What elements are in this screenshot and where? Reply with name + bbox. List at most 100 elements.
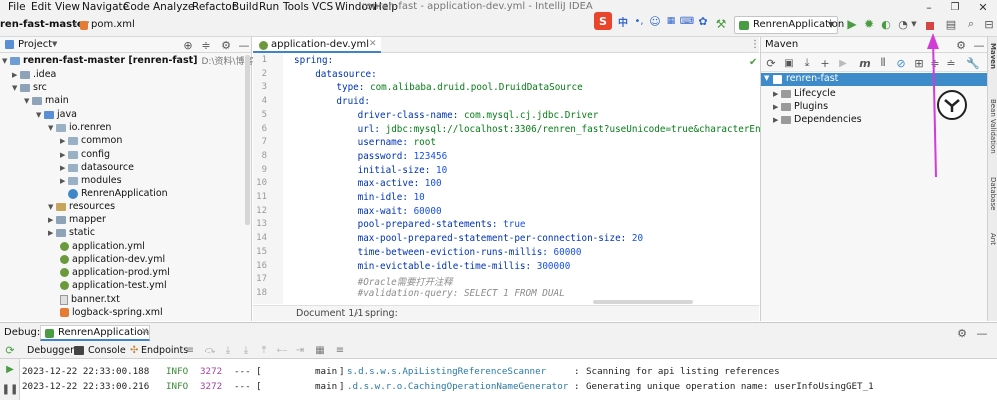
run-config-dropdown[interactable]: RenrenApplication ▼ (734, 16, 844, 34)
ime-settings-icon[interactable]: ✿ (696, 12, 710, 30)
document-indicator[interactable]: Document 1/1 (296, 308, 364, 319)
side-tab-ant[interactable]: Ant (989, 233, 997, 245)
code-line[interactable]: max-active: 100 (358, 178, 442, 189)
menu-item-file[interactable]: File (8, 1, 26, 13)
code-line[interactable]: spring: (294, 55, 333, 66)
code-line[interactable]: url: jdbc:mysql://localhost:3306/renren_… (358, 124, 783, 135)
tree-item-idea[interactable]: ▶ .idea (12, 68, 56, 81)
skip-tests-icon[interactable]: ⊘ (895, 56, 907, 70)
ime-keyboard-icon[interactable]: ⌨ (680, 12, 694, 30)
hide-panel-icon[interactable]: — (238, 38, 250, 52)
code-line[interactable]: pool-prepared-statements: true (358, 219, 526, 230)
add-icon[interactable]: + (819, 56, 831, 70)
close-tab-icon[interactable]: ✕ (369, 39, 377, 49)
code-line[interactable]: druid: (336, 96, 370, 107)
side-tab-maven[interactable]: Maven (989, 43, 997, 69)
code-line[interactable]: max-pool-prepared-statement-per-connecti… (358, 233, 643, 244)
menu-item-run[interactable]: Run (259, 1, 279, 13)
search-everywhere-icon[interactable]: ⌕ (964, 16, 978, 32)
scrollbar[interactable] (245, 55, 250, 225)
restore-icon[interactable]: ❐ (948, 0, 962, 14)
tree-item-src[interactable]: ▼ src (12, 81, 47, 94)
profile-icon[interactable]: ◔ (896, 16, 910, 32)
tree-item-application-prod-yml[interactable]: application-prod.yml (60, 266, 170, 279)
run-icon[interactable]: ▶ (837, 56, 849, 70)
code-line[interactable]: min-evictable-idle-time-millis: 300000 (358, 261, 571, 272)
debug-icon[interactable]: ✹ (862, 16, 876, 32)
side-tab-bean-validation[interactable]: Bean Validation (989, 99, 997, 154)
settings-icon[interactable]: ⊟ (982, 16, 996, 32)
minimize-icon[interactable]: – (922, 0, 936, 14)
maven-goal-icon[interactable]: m (859, 56, 871, 70)
menu-item-tools[interactable]: Tools (283, 1, 309, 13)
pause-icon[interactable]: ❚❚ (2, 383, 19, 396)
run-to-cursor-icon[interactable]: ⇥ (294, 344, 306, 357)
side-tab-database[interactable]: Database (989, 177, 997, 210)
show-execution-point-icon[interactable]: ≡ (184, 344, 196, 357)
code-line[interactable]: password: 123456 (358, 151, 448, 162)
step-out-icon[interactable]: ⤒ (258, 344, 270, 357)
tree-item-mapper[interactable]: ▶ mapper (48, 213, 106, 226)
tree-item-application-dev-yml[interactable]: application-dev.yml (60, 253, 165, 266)
code-line[interactable]: min-idle: 10 (358, 192, 425, 203)
tree-item-java[interactable]: ▼ java (36, 108, 77, 121)
run-icon[interactable]: ▶ (845, 16, 859, 32)
code-line[interactable]: max-wait: 60000 (358, 206, 442, 217)
tab-console[interactable]: Console (72, 343, 126, 358)
maven-project-row[interactable]: ▼ renren-fast (761, 73, 988, 86)
coverage-icon[interactable]: ◐ (879, 16, 893, 32)
horizontal-scrollbar[interactable] (593, 300, 693, 304)
toggle-offline-icon[interactable]: ⫴ (877, 56, 889, 70)
download-icon[interactable]: ⤓ (801, 56, 813, 70)
wrench-icon[interactable]: 🔧 (966, 56, 980, 70)
tree-item-common[interactable]: ▶ common (60, 134, 122, 147)
tree-item-application-test-yml[interactable]: application-test.yml (60, 279, 167, 292)
sogou-ime-icon[interactable]: S (594, 12, 612, 30)
collapse-all-icon[interactable]: ≑ (200, 38, 212, 52)
breadcrumb-file[interactable]: pom.xml (91, 19, 135, 30)
menu-item-build[interactable]: Build (232, 1, 258, 13)
locate-icon[interactable]: ⊕ (182, 38, 194, 52)
tree-item-main[interactable]: ▼ main (24, 94, 69, 107)
menu-item-refactor[interactable]: Refactor (192, 1, 236, 13)
generate-sources-icon[interactable]: ▣ (783, 56, 795, 70)
tree-item-application-yml[interactable]: application.yml (60, 240, 145, 253)
tab-application-dev-yml[interactable]: application-dev.yml ✕ (253, 37, 381, 53)
build-hammer-icon[interactable]: ⚒ (714, 16, 728, 32)
maven-item-plugins[interactable]: ▶ Plugins (773, 100, 828, 113)
menu-item-view[interactable]: View (55, 1, 80, 13)
tree-item-io-renren[interactable]: ▼ io.renren (48, 121, 111, 134)
tree-item-static[interactable]: ▶ static (48, 226, 95, 239)
drop-frame-icon[interactable]: ⤌ (276, 344, 288, 357)
code-line[interactable]: initial-size: 10 (358, 165, 448, 176)
tree-item-config[interactable]: ▶ config (60, 148, 110, 161)
tab-endpoints[interactable]: ✣ Endpoints (128, 343, 188, 358)
ime-punct-icon[interactable]: •, (632, 12, 646, 30)
tab-debugger[interactable]: Debugger (22, 343, 74, 358)
force-step-into-icon[interactable]: ⤓ (240, 344, 252, 357)
ime-emoji-icon[interactable]: ☺ (648, 12, 662, 30)
chevron-down-icon[interactable]: ▼ (52, 40, 57, 48)
menu-item-analyze[interactable]: Analyze (153, 1, 194, 13)
gear-icon[interactable]: ⚙ (955, 38, 967, 52)
ime-chinese-icon[interactable]: 中 (616, 12, 630, 30)
close-tab-icon[interactable]: ✕ (141, 327, 149, 337)
menu-item-vcs[interactable]: VCS (312, 1, 333, 13)
menu-item-edit[interactable]: Edit (31, 1, 51, 13)
rerun-icon[interactable]: ⟳ (4, 344, 16, 357)
maven-item-dependencies[interactable]: ▶ Dependencies (773, 113, 862, 126)
reload-icon[interactable]: ⟳ (765, 56, 777, 70)
step-over-icon[interactable]: ⤼ (204, 344, 216, 357)
debug-session-tab[interactable]: RenrenApplication ✕ (40, 325, 150, 341)
maven-item-lifecycle[interactable]: ▶ Lifecycle (773, 87, 836, 100)
code-line[interactable]: type: com.alibaba.druid.pool.DruidDataSo… (336, 82, 582, 93)
code-line[interactable]: #Oracle需要打开注释 (358, 274, 453, 288)
code-line[interactable]: username: root (358, 137, 436, 148)
tree-item-datasource[interactable]: ▶ datasource (60, 161, 134, 174)
yaml-path[interactable]: spring: (365, 308, 398, 319)
close-icon[interactable]: ✕ (976, 0, 990, 14)
code-line[interactable]: time-between-eviction-runs-millis: 60000 (358, 247, 582, 258)
more-run-chevron-icon[interactable]: ▼ (910, 16, 918, 32)
evaluate-icon[interactable]: ▦ (314, 344, 326, 357)
tree-item-renrenapplication[interactable]: RenrenApplication (68, 187, 168, 200)
